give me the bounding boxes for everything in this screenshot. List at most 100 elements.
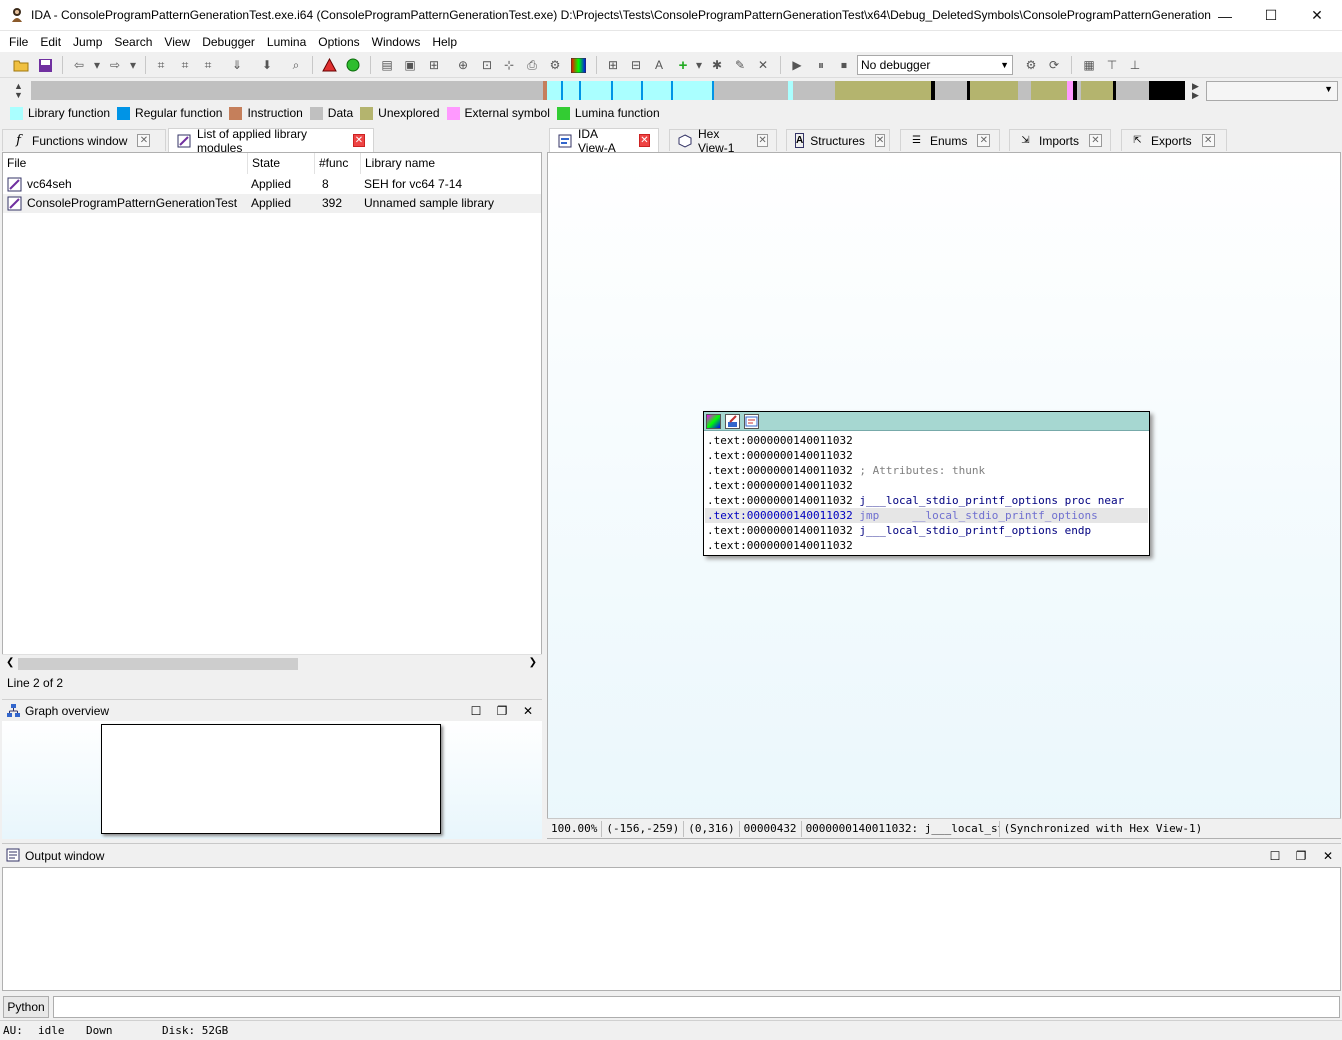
zoom-icon[interactable]: ⊕ — [454, 56, 472, 74]
close-icon[interactable]: ✕ — [137, 134, 151, 147]
debugger-options-icon[interactable]: ⚙ — [1022, 56, 1040, 74]
stop-icon[interactable]: ⏹ — [835, 56, 853, 74]
forward-dropdown-icon[interactable]: ▾ — [124, 56, 142, 74]
menu-edit[interactable]: Edit — [34, 32, 67, 52]
edit-function-icon[interactable]: ⊟ — [627, 56, 645, 74]
down-arrow-icon[interactable]: ⬇ — [258, 56, 276, 74]
close-icon[interactable]: ✕ — [977, 134, 991, 147]
nav-left-arrows-icon[interactable]: ▲ ▼ — [14, 82, 23, 100]
column-header-state[interactable]: State — [248, 153, 315, 174]
graph-view-icon[interactable]: ▣ — [401, 56, 419, 74]
problems-icon[interactable] — [320, 56, 338, 74]
close-icon[interactable]: ✕ — [1089, 134, 1102, 147]
tab-structures[interactable]: A Structures ✕ — [786, 129, 890, 151]
column-header-library-name[interactable]: Library name — [361, 153, 541, 174]
close-icon[interactable]: ✕ — [352, 134, 365, 147]
close-icon[interactable]: ✕ — [638, 134, 650, 147]
tab-ida-view-a[interactable]: IDA View-A ✕ — [549, 127, 659, 155]
code-icon[interactable]: ⌗ — [152, 56, 170, 74]
fit-window-icon[interactable]: ⊡ — [478, 56, 496, 74]
menu-debugger[interactable]: Debugger — [196, 32, 261, 52]
scroll-right-icon[interactable]: ❯ — [529, 657, 537, 668]
code-line[interactable]: .text:0000000140011032 — [707, 448, 853, 463]
play-icon[interactable]: ▶ — [788, 56, 806, 74]
proximity-icon[interactable]: ⊞ — [425, 56, 443, 74]
print-icon[interactable]: ⎙ — [523, 56, 541, 74]
maximize-panel-icon[interactable]: ☐ — [468, 703, 484, 719]
close-panel-icon[interactable]: ✕ — [520, 703, 536, 719]
node-rename-icon[interactable] — [725, 414, 740, 429]
undefine-icon[interactable]: ⇓ — [228, 56, 246, 74]
scroll-left-icon[interactable]: ❮ — [6, 657, 14, 668]
text-view-icon[interactable]: ▤ — [378, 56, 396, 74]
data-icon[interactable]: ⌗ — [176, 56, 194, 74]
rename-icon[interactable]: A — [650, 56, 668, 74]
tab-exports[interactable]: ⇱ Exports ✕ — [1121, 129, 1227, 151]
code-line[interactable]: .text:0000000140011032 — [707, 538, 853, 553]
graph-overview-viewport[interactable] — [101, 724, 441, 834]
code-line[interactable]: .text:0000000140011032 j___local_stdio_p… — [707, 493, 1124, 508]
find-icon[interactable]: ⌕ — [287, 56, 305, 74]
settings-icon[interactable]: ⚙ — [546, 56, 564, 74]
debugger-select[interactable]: No debugger ▼ — [857, 55, 1013, 75]
python-button[interactable]: Python — [3, 996, 49, 1018]
string-icon[interactable]: ⌗ — [199, 56, 217, 74]
menu-options[interactable]: Options — [312, 32, 365, 52]
command-input[interactable] — [53, 996, 1340, 1018]
close-panel-icon[interactable]: ✕ — [1320, 848, 1336, 864]
breakpoint-list-icon[interactable]: ▦ — [1080, 56, 1098, 74]
save-icon[interactable] — [36, 56, 54, 74]
node-group-icon[interactable] — [744, 414, 759, 429]
menu-lumina[interactable]: Lumina — [261, 32, 312, 52]
layout-icon[interactable]: ⊹ — [500, 56, 518, 74]
create-function-icon[interactable]: ⊞ — [604, 56, 622, 74]
tab-applied-library-modules[interactable]: List of applied library modules ✕ — [168, 127, 374, 155]
tab-hex-view-1[interactable]: Hex View-1 ✕ — [669, 127, 777, 155]
sync-icon[interactable]: ⟳ — [1045, 56, 1063, 74]
menu-search[interactable]: Search — [108, 32, 158, 52]
open-folder-icon[interactable] — [12, 56, 30, 74]
trace-clear-icon[interactable]: ⊥ — [1126, 56, 1144, 74]
edit-icon[interactable]: ✎ — [731, 56, 749, 74]
tab-imports[interactable]: ⇲ Imports ✕ — [1009, 129, 1111, 151]
navigation-band[interactable] — [31, 81, 1185, 100]
close-icon[interactable]: ✕ — [874, 134, 886, 147]
graph-node[interactable]: .text:0000000140011032 .text:00000001400… — [703, 411, 1150, 556]
close-icon[interactable]: ✕ — [757, 134, 768, 147]
back-dropdown-icon[interactable]: ▾ — [88, 56, 106, 74]
column-header-file[interactable]: File — [3, 153, 248, 174]
tracing-icon[interactable]: ⊤ — [1103, 56, 1121, 74]
nav-right-arrows-icon[interactable]: ▶ ▶ — [1192, 82, 1199, 100]
code-line-selected[interactable]: .text:0000000140011032 jmp __local_stdio… — [705, 508, 1148, 523]
patch-icon[interactable]: ✱ — [708, 56, 726, 74]
menu-windows[interactable]: Windows — [366, 32, 427, 52]
minimize-button[interactable]: — — [1202, 0, 1248, 31]
code-line[interactable]: .text:0000000140011032 — [707, 478, 853, 493]
pause-icon[interactable]: ⏸ — [812, 56, 830, 74]
menu-view[interactable]: View — [158, 32, 196, 52]
color-palette-icon[interactable] — [569, 56, 587, 74]
scrollbar-thumb[interactable] — [18, 658, 298, 670]
back-arrow-icon[interactable]: ⇦ — [70, 56, 88, 74]
tab-functions-window[interactable]: f Functions window ✕ — [2, 129, 166, 151]
table-row[interactable]: ConsoleProgramPatternGenerationTest Appl… — [3, 194, 541, 213]
float-panel-icon[interactable]: ❐ — [494, 703, 510, 719]
column-header-func[interactable]: #func — [315, 153, 361, 174]
delete-icon[interactable]: ✕ — [754, 56, 772, 74]
code-line[interactable]: .text:0000000140011032 ; Attributes: thu… — [707, 463, 985, 478]
output-window-text[interactable] — [2, 867, 1341, 991]
close-icon[interactable]: ✕ — [1201, 134, 1215, 147]
navigation-combo[interactable]: ▼ — [1206, 81, 1338, 101]
table-row[interactable]: vc64seh Applied 8 SEH for vc64 7-14 — [3, 175, 541, 194]
menu-help[interactable]: Help — [426, 32, 463, 52]
close-window-button[interactable]: ✕ — [1294, 0, 1340, 31]
horizontal-scrollbar[interactable]: ❮ ❯ — [2, 654, 542, 671]
menu-jump[interactable]: Jump — [67, 32, 108, 52]
node-color-icon[interactable] — [706, 414, 721, 429]
tab-enums[interactable]: ☰ Enums ✕ — [900, 129, 1000, 151]
menu-file[interactable]: File — [3, 32, 34, 52]
code-line[interactable]: .text:0000000140011032 j___local_stdio_p… — [707, 523, 1091, 538]
forward-arrow-icon[interactable]: ⇨ — [106, 56, 124, 74]
add-dropdown-icon[interactable]: ▾ — [690, 56, 708, 74]
green-circle-icon[interactable] — [344, 56, 362, 74]
